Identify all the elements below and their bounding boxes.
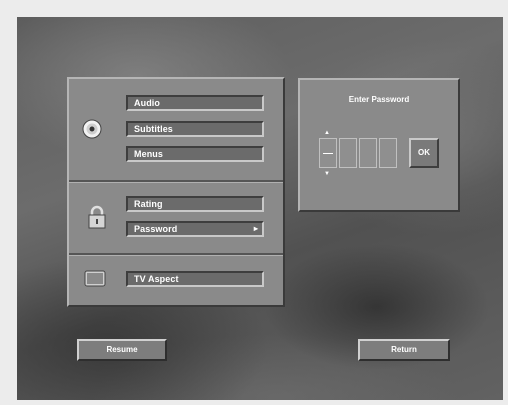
subtitles-label: Subtitles	[134, 124, 173, 134]
rating-label: Rating	[134, 199, 163, 209]
rating-section: Rating Password ▸	[69, 183, 283, 253]
ok-button[interactable]: OK	[409, 138, 439, 168]
up-arrow-icon[interactable]: ▲	[324, 130, 330, 136]
submenu-arrow-icon: ▸	[253, 224, 258, 233]
resume-button[interactable]: Resume	[77, 339, 167, 361]
password-label: Password	[134, 224, 178, 234]
audio-label: Audio	[134, 98, 160, 108]
password-digit-4[interactable]	[379, 138, 397, 168]
tv-icon	[84, 270, 106, 293]
dvd-setup-screen: Audio Subtitles Menus Rating Password ▸	[17, 17, 503, 400]
password-digit-3[interactable]	[359, 138, 377, 168]
language-section: Audio Subtitles Menus	[69, 79, 283, 180]
display-section: TV Aspect	[69, 256, 283, 305]
password-digit-1[interactable]	[319, 138, 337, 168]
tv-aspect-label: TV Aspect	[134, 274, 179, 284]
menus-button[interactable]: Menus	[126, 146, 264, 162]
tv-aspect-button[interactable]: TV Aspect	[126, 271, 264, 287]
subtitles-button[interactable]: Subtitles	[126, 121, 264, 137]
audio-button[interactable]: Audio	[126, 95, 264, 111]
return-button[interactable]: Return	[358, 339, 450, 361]
rating-button[interactable]: Rating	[126, 196, 264, 212]
password-title: Enter Password	[348, 95, 410, 104]
password-digit-2[interactable]	[339, 138, 357, 168]
lock-icon	[87, 205, 107, 234]
setup-menu-panel: Audio Subtitles Menus Rating Password ▸	[67, 77, 285, 307]
password-entry-panel: Enter Password ▲ ▼ OK	[298, 78, 460, 212]
password-button[interactable]: Password ▸	[126, 221, 264, 237]
menus-label: Menus	[134, 149, 164, 159]
down-arrow-icon[interactable]: ▼	[324, 171, 330, 177]
disc-icon	[82, 119, 102, 144]
